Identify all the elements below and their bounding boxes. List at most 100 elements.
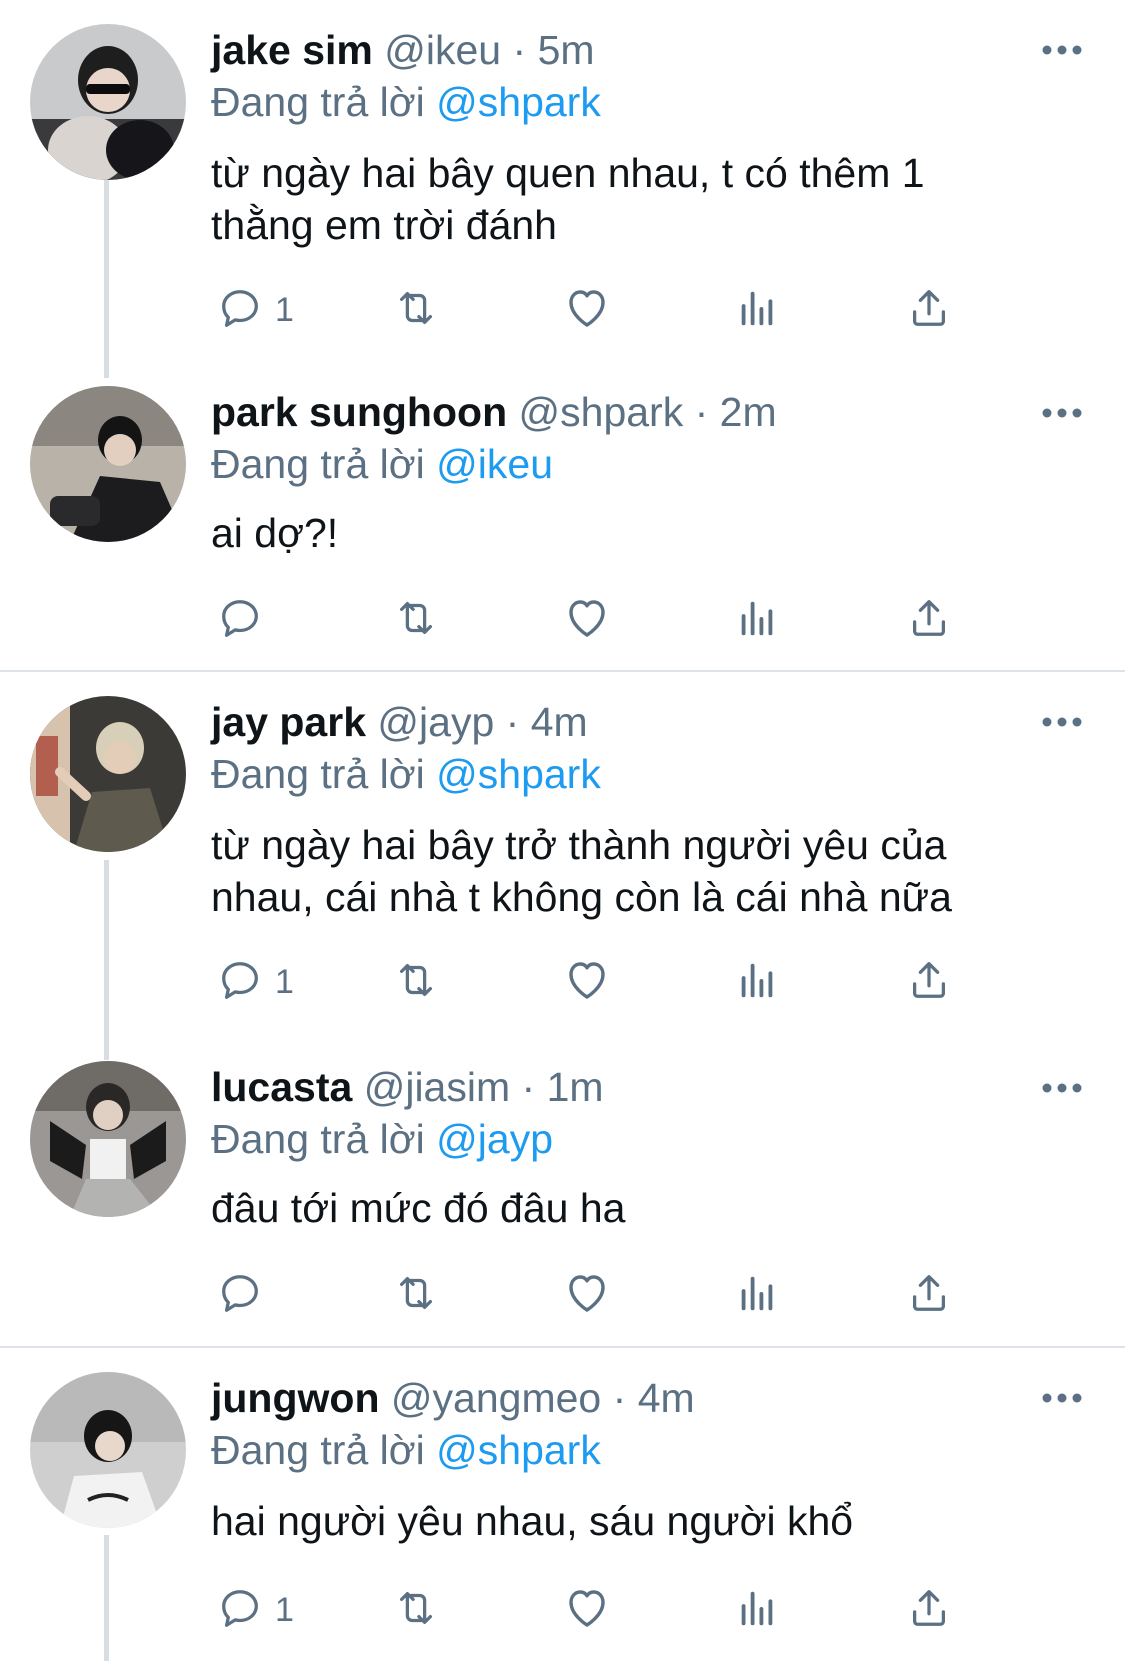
tweet[interactable]: jay park @jayp · 4m Đang trả lời @shpark… <box>0 672 1125 1032</box>
analytics-button[interactable] <box>734 592 780 648</box>
display-name[interactable]: park sunghoon <box>211 389 507 435</box>
retweet-icon <box>393 957 439 1008</box>
tweet-header: jake sim @ikeu · 5m <box>211 25 595 75</box>
analytics-icon <box>734 285 780 336</box>
like-icon <box>563 1269 611 1322</box>
share-icon <box>906 1585 952 1636</box>
avatar[interactable] <box>30 1372 186 1528</box>
retweet-button[interactable] <box>393 954 439 1010</box>
share-icon <box>906 1270 952 1321</box>
analytics-icon <box>734 957 780 1008</box>
avatar[interactable] <box>30 386 186 542</box>
like-button[interactable] <box>563 592 611 648</box>
timestamp[interactable]: 4m <box>638 1375 695 1421</box>
user-handle[interactable]: @yangmeo <box>391 1375 601 1421</box>
like-icon <box>563 284 611 337</box>
user-handle[interactable]: @jiasim <box>364 1064 510 1110</box>
timestamp[interactable]: 2m <box>720 389 777 435</box>
like-icon <box>563 594 611 647</box>
analytics-icon <box>734 595 780 646</box>
like-button[interactable] <box>563 1582 611 1638</box>
share-button[interactable] <box>906 282 952 338</box>
like-icon <box>563 956 611 1009</box>
separator-dot: · <box>512 27 527 73</box>
reply-count: 1 <box>275 290 294 329</box>
action-bar: 1 <box>211 954 1011 1010</box>
share-icon <box>906 957 952 1008</box>
reply-button[interactable] <box>217 592 275 648</box>
user-handle[interactable]: @shpark <box>519 389 684 435</box>
replying-label: Đang trả lời <box>211 441 425 487</box>
reply-count: 1 <box>275 1590 294 1629</box>
mention-link[interactable]: @shpark <box>436 1427 601 1473</box>
retweet-button[interactable] <box>393 592 439 648</box>
share-icon <box>906 595 952 646</box>
replying-to: Đang trả lời @shpark <box>211 749 601 799</box>
user-handle[interactable]: @jayp <box>377 699 494 745</box>
more-icon[interactable] <box>1040 1081 1084 1095</box>
avatar[interactable] <box>30 24 186 180</box>
separator-dot: · <box>694 389 709 435</box>
analytics-button[interactable] <box>734 1267 780 1323</box>
retweet-button[interactable] <box>393 1582 439 1638</box>
display-name[interactable]: jungwon <box>211 1375 380 1421</box>
more-icon[interactable] <box>1040 406 1084 420</box>
like-button[interactable] <box>563 1267 611 1323</box>
replying-label: Đang trả lời <box>211 1116 425 1162</box>
share-button[interactable] <box>906 1582 952 1638</box>
reply-button[interactable]: 1 <box>217 282 294 338</box>
replying-label: Đang trả lời <box>211 751 425 797</box>
share-button[interactable] <box>906 592 952 648</box>
replying-to: Đang trả lời @shpark <box>211 77 601 127</box>
retweet-button[interactable] <box>393 1267 439 1323</box>
display-name[interactable]: lucasta <box>211 1064 352 1110</box>
analytics-button[interactable] <box>734 282 780 338</box>
like-button[interactable] <box>563 954 611 1010</box>
mention-link[interactable]: @jayp <box>436 1116 553 1162</box>
retweet-button[interactable] <box>393 282 439 338</box>
avatar[interactable] <box>30 1061 186 1217</box>
timestamp[interactable]: 1m <box>547 1064 604 1110</box>
like-button[interactable] <box>563 282 611 338</box>
replying-to: Đang trả lời @jayp <box>211 1114 553 1164</box>
display-name[interactable]: jay park <box>211 699 366 745</box>
share-button[interactable] <box>906 954 952 1010</box>
tweet[interactable]: jungwon @yangmeo · 4m Đang trả lời @shpa… <box>0 1348 1125 1661</box>
retweet-icon <box>393 1585 439 1636</box>
analytics-button[interactable] <box>734 954 780 1010</box>
mention-link[interactable]: @ikeu <box>436 441 553 487</box>
tweet-text: đâu tới mức đó đâu ha <box>211 1185 626 1231</box>
separator-dot: · <box>521 1064 536 1110</box>
tweet-text: hai người yêu nhau, sáu người khổ <box>211 1498 854 1544</box>
retweet-icon <box>393 285 439 336</box>
separator-dot: · <box>612 1375 627 1421</box>
timestamp[interactable]: 5m <box>538 27 595 73</box>
tweet[interactable]: jake sim @ikeu · 5m Đang trả lời @shpark… <box>0 0 1125 360</box>
reply-icon <box>217 595 263 646</box>
reply-icon <box>217 1585 263 1636</box>
more-icon[interactable] <box>1040 715 1084 729</box>
reply-button[interactable]: 1 <box>217 954 294 1010</box>
avatar[interactable] <box>30 696 186 852</box>
mention-link[interactable]: @shpark <box>436 79 601 125</box>
more-icon[interactable] <box>1040 43 1084 57</box>
timestamp[interactable]: 4m <box>531 699 588 745</box>
tweet-header: jay park @jayp · 4m <box>211 697 588 747</box>
display-name[interactable]: jake sim <box>211 27 373 73</box>
reply-button[interactable] <box>217 1267 275 1323</box>
user-handle[interactable]: @ikeu <box>384 27 501 73</box>
more-icon[interactable] <box>1040 1391 1084 1405</box>
tweet-text: ai dợ?! <box>211 510 339 556</box>
share-button[interactable] <box>906 1267 952 1323</box>
reply-count: 1 <box>275 962 294 1001</box>
share-icon <box>906 285 952 336</box>
mention-link[interactable]: @shpark <box>436 751 601 797</box>
reply-icon <box>217 285 263 336</box>
tweet-header: park sunghoon @shpark · 2m <box>211 387 777 437</box>
reply-button[interactable]: 1 <box>217 1582 294 1638</box>
analytics-button[interactable] <box>734 1582 780 1638</box>
action-bar <box>211 592 1011 648</box>
analytics-icon <box>734 1270 780 1321</box>
tweet[interactable]: park sunghoon @shpark · 2m Đang trả lời … <box>0 360 1125 670</box>
tweet[interactable]: lucasta @jiasim · 1m Đang trả lời @jayp … <box>0 1035 1125 1347</box>
